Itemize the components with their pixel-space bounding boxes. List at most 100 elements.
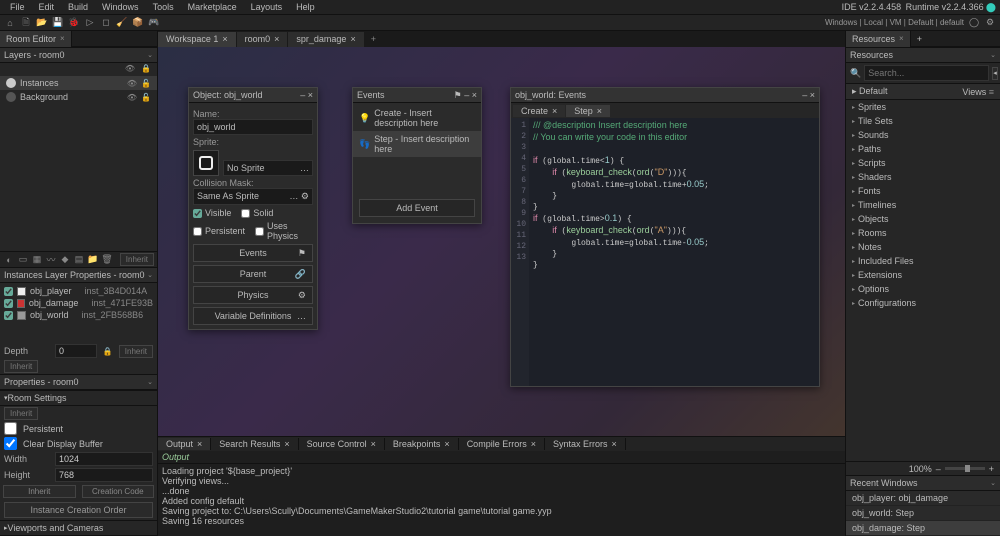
close-icon[interactable]: × [899,34,904,43]
solid-checkbox[interactable] [241,209,250,218]
variable-definitions-button[interactable]: Variable Definitions… [193,307,313,325]
res-shaders[interactable]: ▸Shaders [846,170,1000,184]
visible-checkbox[interactable] [193,209,202,218]
resources-header[interactable]: Resources⌄ [846,47,1000,63]
target-icon[interactable]: ◯ [968,17,980,29]
sprite-preview[interactable] [193,150,219,176]
menu-build[interactable]: Build [62,1,94,13]
close-icon[interactable]: × [308,90,313,100]
tab-room0[interactable]: room0× [237,32,288,47]
inherit-button[interactable]: Inherit [4,407,38,420]
instance-row[interactable]: obj_world inst_2FB568B6 [0,309,157,321]
close-icon[interactable]: × [60,34,65,43]
menu-layouts[interactable]: Layouts [245,1,289,13]
eye-icon[interactable]: 👁 [127,79,137,88]
menu-file[interactable]: File [4,1,31,13]
res-included-files[interactable]: ▸Included Files [846,254,1000,268]
res-timelines[interactable]: ▸Timelines [846,198,1000,212]
open-icon[interactable]: 📂 [36,17,48,29]
menu-edit[interactable]: Edit [33,1,61,13]
menu-help[interactable]: Help [290,1,321,13]
gamepad-icon[interactable]: 🎮 [148,17,160,29]
event-create[interactable]: 💡Create - Insert description here [353,105,481,131]
event-step[interactable]: 👣Step - Insert description here [353,131,481,157]
collision-select-button[interactable]: Same As Sprite… ⚙ [193,188,313,205]
recent-windows-header[interactable]: Recent Windows⌄ [846,475,1000,491]
bg-icon[interactable]: ▤ [73,254,85,266]
stop-icon[interactable]: ◻ [100,17,112,29]
recent-item[interactable]: obj_world: Step [846,506,1000,521]
code-tab-create[interactable]: Create× [513,105,565,117]
instance-row[interactable]: obj_player inst_3B4D014A [0,285,157,297]
save-icon[interactable]: 💾 [52,17,64,29]
close-icon[interactable]: × [444,439,449,449]
parent-button[interactable]: Parent🔗 [193,265,313,283]
asset-icon[interactable]: ◆ [59,254,71,266]
target-status[interactable]: Windows | Local | VM | Default | default [825,18,964,27]
res-configurations[interactable]: ▸Configurations [846,296,1000,310]
inherit-button[interactable]: Inherit [4,360,38,373]
collapse-icon[interactable]: – [300,90,305,100]
close-icon[interactable]: × [597,106,602,116]
tile-icon[interactable]: ▦ [31,254,43,266]
code-editor[interactable]: /// @description Insert description here… [529,118,819,386]
tab-breakpoints[interactable]: Breakpoints× [385,438,459,450]
instance-checkbox[interactable] [4,299,13,308]
code-tab-step[interactable]: Step× [566,105,610,117]
layer-instances[interactable]: Instances👁🔓 [0,76,157,90]
folder-icon[interactable]: ▭ [17,254,29,266]
lock-icon[interactable]: 🔓 [141,79,151,88]
add-tab-icon[interactable]: + [913,34,926,44]
path-icon[interactable]: 〰 [45,254,57,266]
settings-icon[interactable]: ⚙ [984,17,996,29]
add-event-button[interactable]: Add Event [359,199,475,217]
instance-checkbox[interactable] [4,311,13,320]
res-tilesets[interactable]: ▸Tile Sets [846,114,1000,128]
close-icon[interactable]: × [810,90,815,100]
search-input[interactable] [864,65,989,81]
res-sprites[interactable]: ▸Sprites [846,100,1000,114]
lock-icon[interactable]: 🔒 [141,64,151,73]
zoom-slider[interactable] [945,467,985,470]
close-icon[interactable]: × [222,34,227,44]
res-fonts[interactable]: ▸Fonts [846,184,1000,198]
tab-output[interactable]: Output× [158,438,211,450]
close-icon[interactable]: × [284,439,289,449]
events-button[interactable]: Events⚑ [193,244,313,262]
menu-windows[interactable]: Windows [96,1,145,13]
tab-resources[interactable]: Resources× [846,31,911,47]
physics-button[interactable]: Physics⚙ [193,286,313,304]
add-tab-icon[interactable]: + [365,34,382,44]
res-paths[interactable]: ▸Paths [846,142,1000,156]
eye-icon[interactable]: 👁 [127,93,137,102]
collapse-icon[interactable]: – [464,90,469,100]
inherit-button[interactable]: Inherit [3,485,76,498]
delete-icon[interactable]: 🗑 [101,254,113,266]
object-name-input[interactable]: obj_world [193,119,313,135]
viewports-header[interactable]: ▸ Viewports and Cameras [0,520,157,536]
res-scripts[interactable]: ▸Scripts [846,156,1000,170]
home-icon[interactable]: ⌂ [4,17,16,29]
res-rooms[interactable]: ▸Rooms [846,226,1000,240]
close-icon[interactable]: × [611,439,616,449]
width-input[interactable]: 1024 [55,452,153,466]
new-folder-icon[interactable]: 📁 [87,254,99,266]
close-icon[interactable]: × [371,439,376,449]
creation-code-button[interactable]: Creation Code [82,485,155,498]
sprite-select-button[interactable]: No Sprite… [223,160,313,176]
menu-marketplace[interactable]: Marketplace [182,1,243,13]
depth-input[interactable]: 0 [55,344,97,358]
tab-syntax-errors[interactable]: Syntax Errors× [545,438,626,450]
zoom-in-icon[interactable]: + [989,464,994,474]
persistent-checkbox[interactable] [193,227,202,236]
instance-row[interactable]: obj_damage inst_471FE93B [0,297,157,309]
output-log[interactable]: Loading project '${base_project}' Verify… [158,464,845,536]
persistent-checkbox[interactable] [4,422,17,435]
clean-icon[interactable]: 🧹 [116,17,128,29]
close-icon[interactable]: × [552,106,557,116]
recent-item[interactable]: obj_player: obj_damage [846,491,1000,506]
room-settings-header[interactable]: ▾ Room Settings [0,390,157,406]
tab-search-results[interactable]: Search Results× [211,438,298,450]
tab-source-control[interactable]: Source Control× [299,438,385,450]
close-icon[interactable]: × [350,34,355,44]
